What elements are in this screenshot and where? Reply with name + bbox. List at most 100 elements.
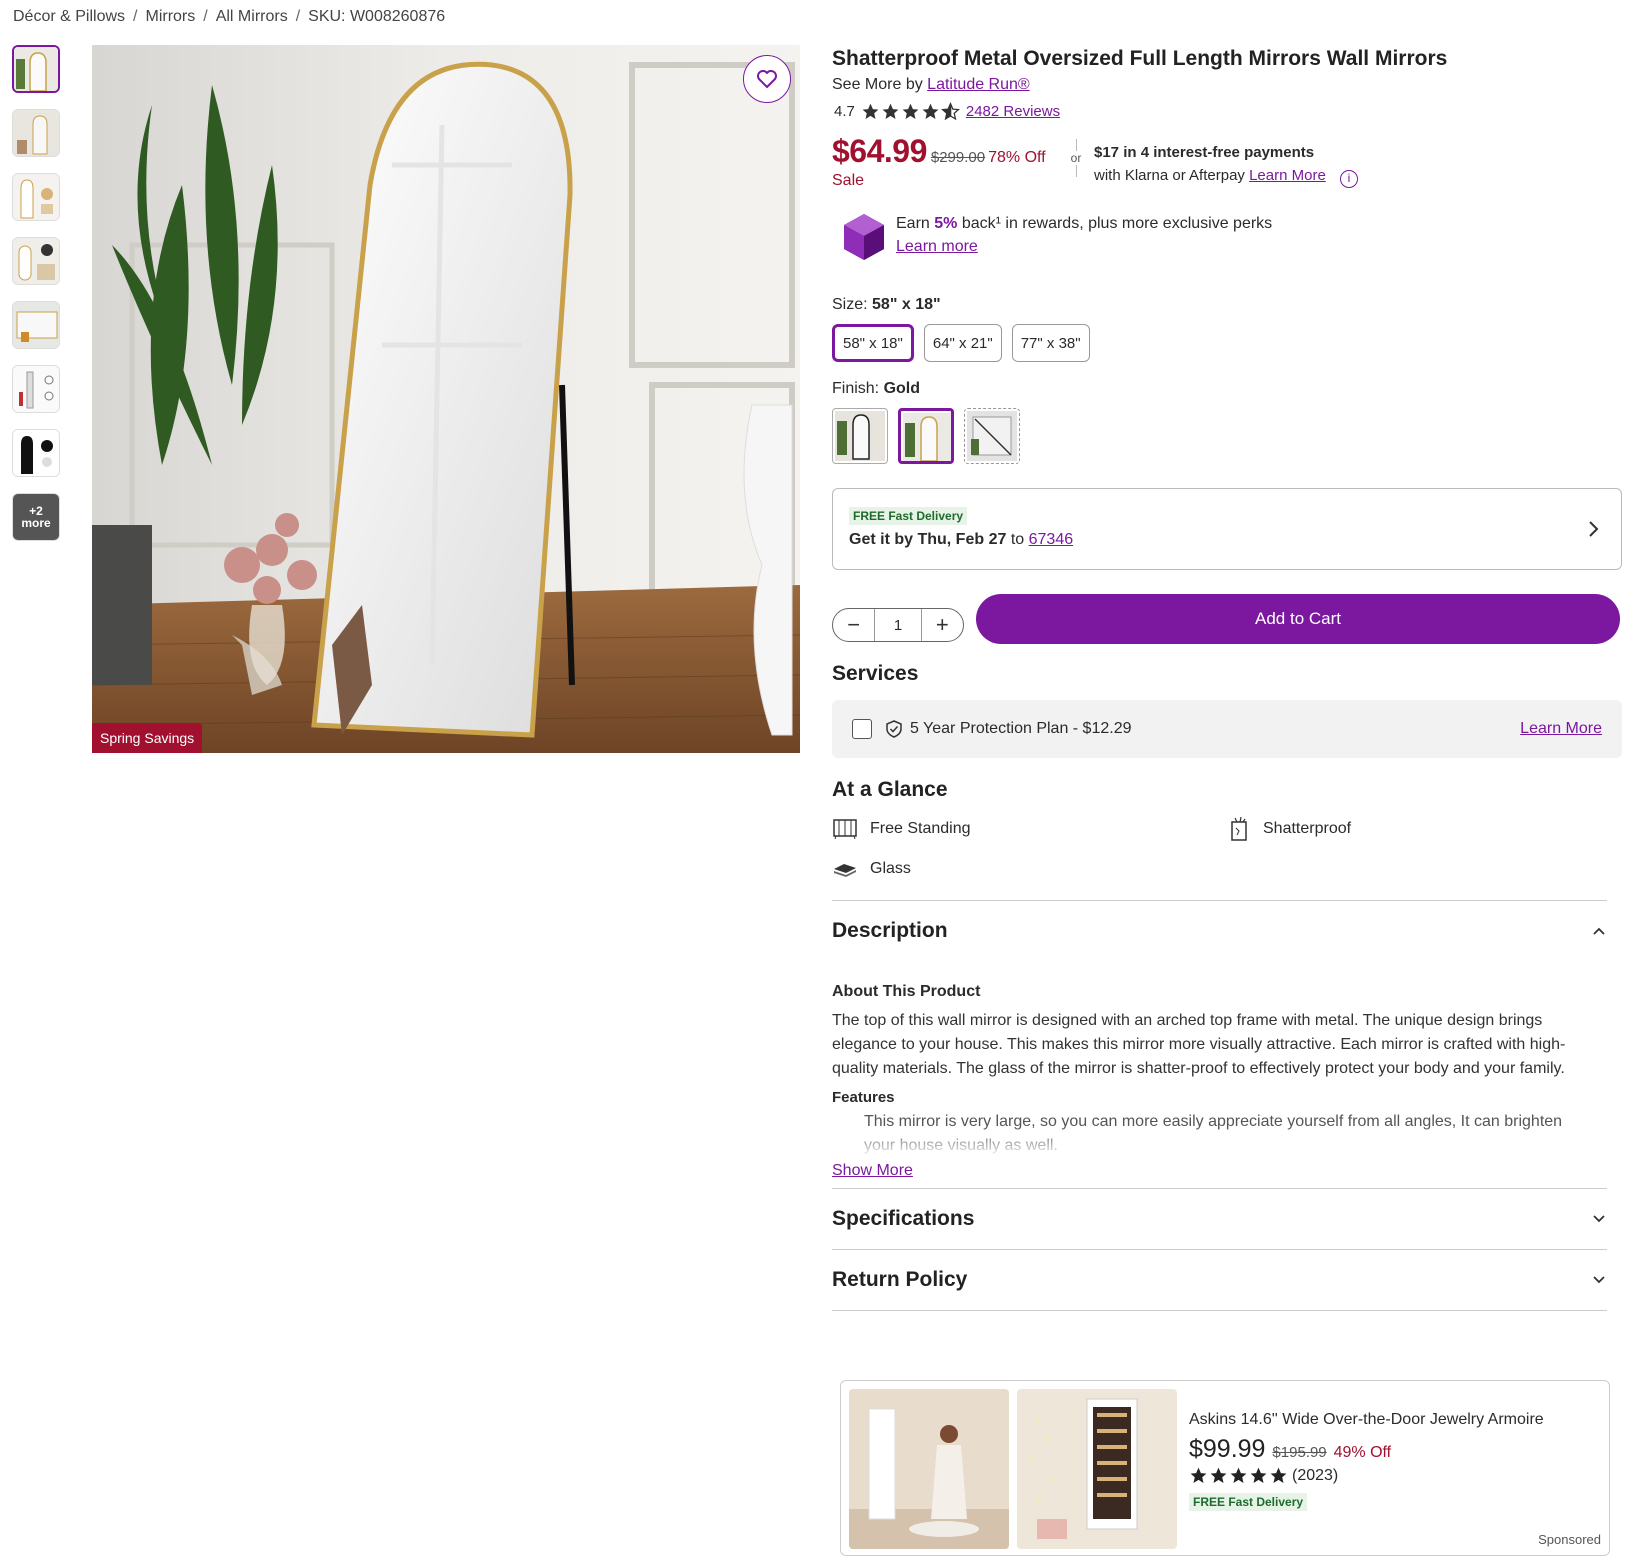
- protection-plan-row: 5 Year Protection Plan - $12.29 Learn Mo…: [832, 700, 1622, 758]
- star-half-icon: [940, 102, 960, 121]
- rewards-text: back¹ in rewards, plus more exclusive pe…: [961, 215, 1273, 232]
- breadcrumb-sku: SKU: W008260876: [308, 8, 446, 25]
- thumbnail-1[interactable]: [12, 45, 60, 93]
- delivery-estimate: Get it by Thu, Feb 27 to 67346: [849, 531, 1605, 549]
- finish-swatch-gold[interactable]: [898, 408, 954, 464]
- at-a-glance-heading: At a Glance: [832, 778, 948, 801]
- discount: 78% Off: [988, 149, 1046, 166]
- thumbnail-7[interactable]: [12, 429, 60, 477]
- finish-label: Finish: Gold: [832, 380, 1622, 398]
- finish-swatch-3[interactable]: [964, 408, 1020, 464]
- protection-plan-learn-more[interactable]: Learn More: [1520, 720, 1602, 738]
- description-header[interactable]: Description: [832, 919, 1622, 943]
- breadcrumb-separator: /: [133, 8, 138, 25]
- add-to-cart-button[interactable]: Add to Cart: [976, 594, 1620, 644]
- rewards-gem-icon: [844, 214, 884, 260]
- info-icon[interactable]: i: [1339, 170, 1358, 188]
- rewards-pct: 5%: [934, 215, 958, 232]
- show-more-link[interactable]: Show More: [832, 1162, 1622, 1180]
- quantity-increase-button[interactable]: +: [922, 612, 963, 638]
- thumbnail-5[interactable]: [12, 301, 60, 349]
- installment-learn-more[interactable]: Learn More: [1249, 167, 1326, 184]
- divider: [832, 900, 1607, 901]
- rating-row: 4.7 2482 Reviews: [832, 102, 1622, 121]
- size-option-58x18[interactable]: 58" x 18": [832, 324, 914, 362]
- return-policy-heading: Return Policy: [832, 1268, 968, 1291]
- sponsored-reviews: (2023): [1292, 1466, 1339, 1484]
- price-block: $64.99 $299.00 78% Off Sale: [832, 133, 1064, 190]
- star-icon: [1270, 1467, 1287, 1483]
- sponsored-info: Askins 14.6'' Wide Over-the-Door Jewelry…: [1189, 1411, 1544, 1511]
- breadcrumb-decor[interactable]: Décor & Pillows: [13, 8, 125, 26]
- glance-item-glass: Glass: [832, 860, 1227, 878]
- brand-link[interactable]: Latitude Run®: [927, 76, 1030, 93]
- sponsored-discount: 49% Off: [1333, 1444, 1392, 1461]
- thumbnail-6[interactable]: [12, 365, 60, 413]
- delivery-to: to: [1010, 531, 1025, 548]
- size-option-77x38[interactable]: 77" x 38": [1011, 324, 1090, 362]
- sponsored-title[interactable]: Askins 14.6'' Wide Over-the-Door Jewelry…: [1189, 1411, 1544, 1429]
- quantity-input[interactable]: 1: [874, 609, 922, 641]
- size-selected: 58" x 18": [872, 296, 941, 313]
- product-main-image[interactable]: [92, 45, 800, 753]
- promo-badge: Spring Savings: [92, 723, 203, 753]
- zip-link[interactable]: 67346: [1029, 531, 1074, 548]
- product-title: Shatterproof Metal Oversized Full Length…: [832, 47, 1448, 70]
- quantity-decrease-button[interactable]: −: [833, 612, 874, 638]
- product-details: Shatterproof Metal Oversized Full Length…: [832, 44, 1622, 1311]
- or-text: or: [1070, 151, 1082, 165]
- sponsored-free-delivery-tag: FREE Fast Delivery: [1189, 1493, 1308, 1511]
- rating-value: 4.7: [834, 103, 855, 120]
- installment-info: $17 in 4 interest-free payments with Kla…: [1088, 133, 1358, 188]
- feature-item: This mirror is very large, so you can mo…: [864, 1110, 1584, 1158]
- breadcrumb-all-mirrors[interactable]: All Mirrors: [216, 8, 288, 26]
- finish-options: [832, 408, 1622, 464]
- glance-item-free-standing: Free Standing: [832, 816, 1227, 842]
- size-options: 58" x 18" 64" x 21" 77" x 38": [832, 324, 1622, 362]
- chevron-right-icon: [1589, 521, 1599, 537]
- sponsored-label: Sponsored: [1538, 1532, 1601, 1547]
- thumbnail-4[interactable]: [12, 237, 60, 285]
- see-more-by: See More by Latitude Run®: [832, 76, 1622, 94]
- specifications-header[interactable]: Specifications: [832, 1189, 1622, 1249]
- thumbnail-list: +2 more: [12, 45, 60, 557]
- thumbnail-more[interactable]: +2 more: [12, 493, 60, 541]
- rewards-learn-more[interactable]: Learn more: [896, 238, 978, 255]
- reviews-link[interactable]: 2482 Reviews: [966, 103, 1060, 120]
- divider: [832, 1310, 1607, 1311]
- features-heading: Features: [832, 1089, 895, 1106]
- delivery-prefix: Get it by: [849, 531, 914, 548]
- chevron-up-icon: [1593, 927, 1605, 935]
- finish-swatch-1[interactable]: [832, 408, 888, 464]
- return-policy-header[interactable]: Return Policy: [832, 1250, 1622, 1310]
- thumbnail-3[interactable]: [12, 173, 60, 221]
- rating-stars: [861, 102, 960, 121]
- breadcrumb-mirrors[interactable]: Mirrors: [145, 8, 195, 26]
- star-icon: [862, 103, 879, 119]
- delivery-date: Thu, Feb 27: [917, 531, 1007, 548]
- free-standing-icon: [833, 819, 857, 840]
- services-heading: Services: [832, 662, 919, 685]
- installment-providers: with Klarna or Afterpay: [1094, 167, 1245, 184]
- favorite-button[interactable]: [743, 55, 791, 103]
- size-label: Size: 58" x 18": [832, 296, 1622, 314]
- protection-plan-checkbox[interactable]: [852, 719, 872, 739]
- sponsored-image-2[interactable]: [1017, 1389, 1177, 1549]
- finish-label-text: Finish:: [832, 380, 880, 397]
- quantity-stepper: − 1 +: [832, 608, 964, 642]
- thumbnail-2[interactable]: [12, 109, 60, 157]
- description-heading: Description: [832, 919, 948, 942]
- size-option-64x21[interactable]: 64" x 21": [923, 324, 1002, 362]
- sponsored-price-row: $99.99 $195.99 49% Off: [1189, 1435, 1544, 1464]
- sponsored-image-1[interactable]: [849, 1389, 1009, 1549]
- delivery-card[interactable]: FREE Fast Delivery Get it by Thu, Feb 27…: [832, 488, 1622, 570]
- glance-label: Shatterproof: [1263, 820, 1352, 837]
- about-text: The top of this wall mirror is designed …: [832, 1012, 1566, 1077]
- see-more-prefix: See More by: [832, 76, 923, 93]
- sponsored-price: $99.99: [1189, 1435, 1266, 1463]
- star-icon: [1210, 1467, 1227, 1483]
- protection-plan-label: 5 Year Protection Plan - $12.29: [910, 720, 1132, 737]
- sponsored-product-card[interactable]: Askins 14.6'' Wide Over-the-Door Jewelry…: [840, 1380, 1610, 1556]
- rewards-banner: Earn 5% back¹ in rewards, plus more excl…: [842, 212, 1622, 262]
- price-row: $64.99 $299.00 78% Off Sale or $17 in 4 in…: [832, 133, 1622, 190]
